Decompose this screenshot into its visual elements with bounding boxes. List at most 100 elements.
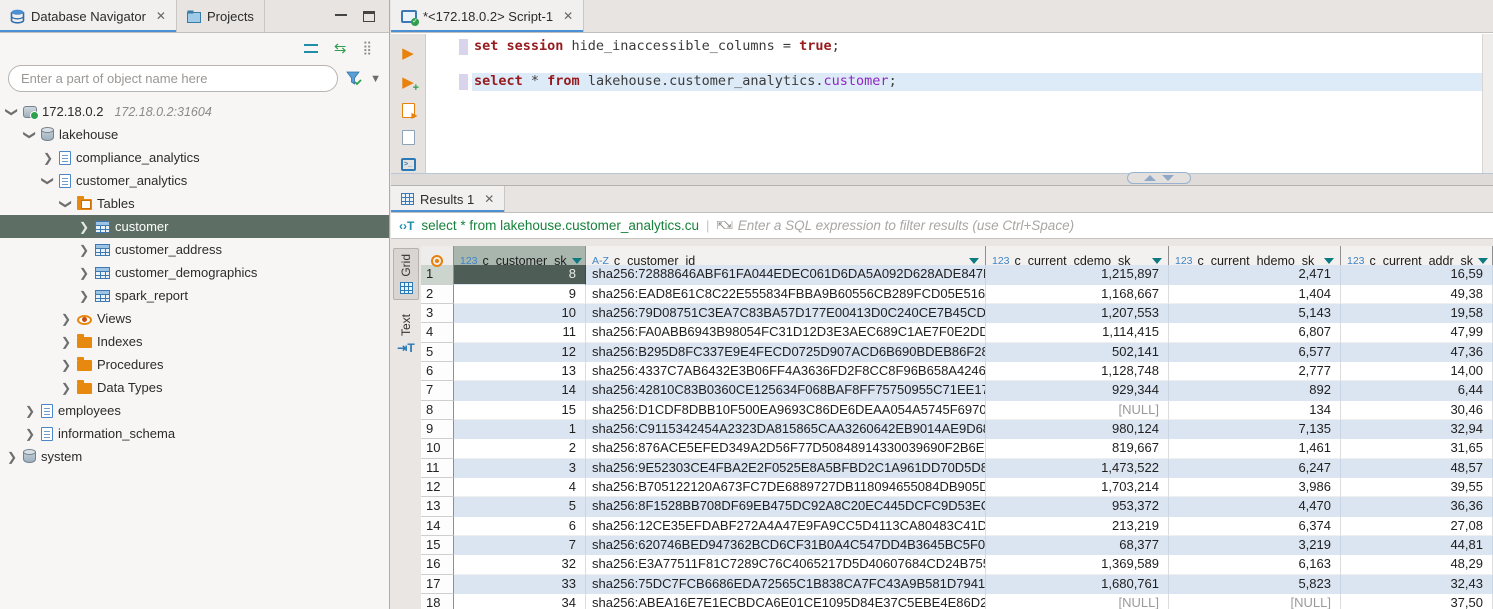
data-cell[interactable]: 502,141 [986, 343, 1169, 362]
data-cell[interactable]: 10 [454, 304, 586, 323]
tree-item-spark-report[interactable]: ❯spark_report [0, 284, 389, 307]
data-cell[interactable]: 1,215,897 [986, 265, 1169, 284]
tab-results-1[interactable]: Results 1 ✕ [391, 186, 505, 212]
data-cell[interactable]: sha256:B295D8FC337E9E4FECD0725D907ACD6B6… [586, 343, 986, 362]
data-cell[interactable]: sha256:C9115342454A2323DA815865CAA326064… [586, 420, 986, 439]
data-cell[interactable]: sha256:B705122120A673FC7DE6889727DB11809… [586, 478, 986, 497]
data-cell[interactable]: 11 [454, 323, 586, 342]
row-number-cell[interactable]: 16 [421, 555, 454, 574]
collapse-arrow-icon[interactable]: ❯ [23, 129, 37, 141]
data-cell[interactable]: 1,128,748 [986, 362, 1169, 381]
data-cell[interactable]: 5,143 [1169, 304, 1341, 323]
row-number-cell[interactable]: 5 [421, 343, 454, 362]
tree-item-procedures[interactable]: ❯Procedures [0, 353, 389, 376]
data-cell[interactable]: 2 [454, 439, 586, 458]
data-cell[interactable]: 1,680,761 [986, 575, 1169, 594]
explain-plan-icon[interactable] [399, 129, 417, 145]
column-dropdown-icon[interactable] [1152, 258, 1162, 264]
data-cell[interactable]: 3 [454, 459, 586, 478]
tree-item-lakehouse[interactable]: ❯lakehouse [0, 123, 389, 146]
data-cell[interactable]: 12 [454, 343, 586, 362]
data-cell[interactable]: sha256:9E52303CE4FBA2E2F0525E8A5BFBD2C1A… [586, 459, 986, 478]
row-number-cell[interactable]: 13 [421, 497, 454, 516]
data-cell[interactable]: 213,219 [986, 517, 1169, 536]
tree-item-tables[interactable]: ❯Tables [0, 192, 389, 215]
column-dropdown-icon[interactable] [969, 258, 979, 264]
data-cell[interactable]: 14 [454, 381, 586, 400]
row-number-cell[interactable]: 18 [421, 594, 454, 609]
column-dropdown-icon[interactable] [1324, 258, 1334, 264]
close-tab-icon[interactable]: ✕ [484, 192, 494, 206]
data-cell[interactable]: 6,807 [1169, 323, 1341, 342]
expand-arrow-icon[interactable]: ❯ [60, 381, 72, 395]
data-cell[interactable]: 6,44 [1341, 381, 1493, 400]
expand-arrow-icon[interactable]: ❯ [60, 312, 72, 326]
data-cell[interactable]: 1 [454, 420, 586, 439]
data-cell[interactable]: sha256:EAD8E61C8C22E555834FBBA9B60556CB2… [586, 285, 986, 304]
sash-collapse-control[interactable] [1127, 172, 1191, 184]
object-search-input[interactable] [8, 65, 338, 92]
row-number-cell[interactable]: 17 [421, 575, 454, 594]
data-cell[interactable]: 39,55 [1341, 478, 1493, 497]
data-cell[interactable]: 2,471 [1169, 265, 1341, 284]
data-cell[interactable]: 13 [454, 362, 586, 381]
row-number-cell[interactable]: 8 [421, 401, 454, 420]
data-cell[interactable]: 33 [454, 575, 586, 594]
data-cell[interactable]: 1,114,415 [986, 323, 1169, 342]
row-number-cell[interactable]: 7 [421, 381, 454, 400]
data-cell[interactable]: 6,247 [1169, 459, 1341, 478]
tree-item-customer-analytics[interactable]: ❯customer_analytics [0, 169, 389, 192]
data-cell[interactable]: 16,59 [1341, 265, 1493, 284]
tree-item-customer-demographics[interactable]: ❯customer_demographics [0, 261, 389, 284]
data-cell[interactable]: 30,46 [1341, 401, 1493, 420]
data-cell[interactable]: 7 [454, 536, 586, 555]
tree-item-172-18-0-2[interactable]: ❯172.18.0.2172.18.0.2:31604 [0, 100, 389, 123]
data-cell[interactable]: 1,473,522 [986, 459, 1169, 478]
sql-code-area[interactable]: set session hide_inaccessible_columns = … [426, 34, 1482, 173]
view-menu-icon[interactable]: ⣿ [362, 40, 373, 56]
data-cell[interactable]: sha256:E3A77511F81C7289C76C4065217D5D406… [586, 555, 986, 574]
editor-results-sash[interactable] [391, 173, 1493, 185]
data-cell[interactable]: 6,374 [1169, 517, 1341, 536]
tab-database-navigator[interactable]: Database Navigator ✕ [0, 0, 177, 32]
data-cell[interactable]: sha256:4337C7AB6432E3B06FF4A3636FD2F8CC8… [586, 362, 986, 381]
presentation-text-button[interactable]: Text ⇥T [393, 308, 419, 361]
data-cell[interactable]: 31,65 [1341, 439, 1493, 458]
expand-filter-icon[interactable]: ⇱⇲ [716, 219, 730, 232]
expand-arrow-icon[interactable]: ❯ [24, 427, 36, 441]
row-number-cell[interactable]: 3 [421, 304, 454, 323]
chevron-down-icon[interactable]: ▼ [370, 73, 381, 85]
data-cell[interactable]: 6,577 [1169, 343, 1341, 362]
data-cell[interactable]: 1,207,553 [986, 304, 1169, 323]
link-with-editor-icon[interactable]: ⇆ [334, 41, 347, 56]
data-cell[interactable]: sha256:12CE35EFDABF272A4A47E9FA9CC5D4113… [586, 517, 986, 536]
data-cell[interactable]: 4,470 [1169, 497, 1341, 516]
tree-item-system[interactable]: ❯system [0, 445, 389, 468]
data-cell[interactable]: sha256:876ACE5EFED349A2D56F77D5084891433… [586, 439, 986, 458]
column-dropdown-icon[interactable] [572, 258, 582, 264]
data-cell[interactable]: 49,38 [1341, 285, 1493, 304]
data-cell[interactable]: sha256:8F1528BB708DF69EB475DC92A8C20EC44… [586, 497, 986, 516]
data-cell[interactable]: 892 [1169, 381, 1341, 400]
expand-arrow-icon[interactable]: ❯ [78, 289, 90, 303]
filter-funnel-icon[interactable] [346, 71, 362, 86]
data-cell[interactable]: 953,372 [986, 497, 1169, 516]
data-cell[interactable]: 1,404 [1169, 285, 1341, 304]
data-cell[interactable]: 1,703,214 [986, 478, 1169, 497]
row-number-cell[interactable]: 6 [421, 362, 454, 381]
data-cell[interactable]: 32,43 [1341, 575, 1493, 594]
expand-arrow-icon[interactable]: ❯ [60, 358, 72, 372]
data-cell[interactable]: 36,36 [1341, 497, 1493, 516]
expand-arrow-icon[interactable]: ❯ [24, 404, 36, 418]
data-cell[interactable]: 68,377 [986, 536, 1169, 555]
data-cell[interactable]: 980,124 [986, 420, 1169, 439]
tree-item-information-schema[interactable]: ❯information_schema [0, 422, 389, 445]
tree-item-compliance-analytics[interactable]: ❯compliance_analytics [0, 146, 389, 169]
data-cell[interactable]: sha256:75DC7FCB6686EDA72565C1B838CA7FC43… [586, 575, 986, 594]
data-cell[interactable]: sha256:72888646ABF61FA044EDEC061D6DA5A09… [586, 265, 986, 284]
presentation-grid-button[interactable]: Grid [393, 248, 419, 300]
tree-item-data-types[interactable]: ❯Data Types [0, 376, 389, 399]
collapse-all-icon[interactable] [304, 44, 318, 53]
data-cell[interactable]: 5 [454, 497, 586, 516]
expand-arrow-icon[interactable]: ❯ [78, 220, 90, 234]
